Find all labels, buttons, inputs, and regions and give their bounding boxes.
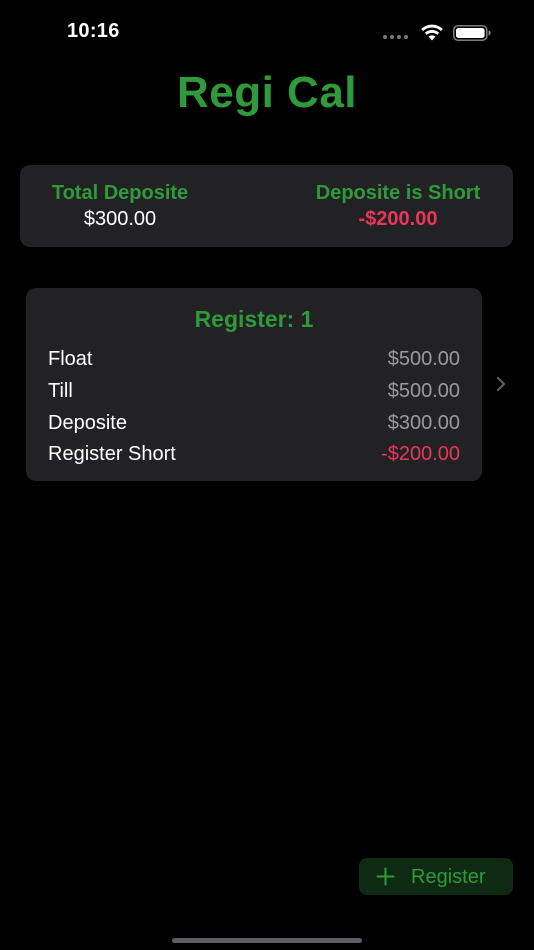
register-row-till: Till $500.00 <box>48 376 460 408</box>
deposit-short-value: -$200.00 <box>358 208 438 230</box>
float-value: $500.00 <box>387 348 460 371</box>
chevron-right-icon[interactable] <box>495 375 507 393</box>
register-row-deposit: Deposite $300.00 <box>48 407 460 439</box>
total-deposit-value: $300.00 <box>83 208 157 230</box>
plus-icon <box>376 867 395 886</box>
deposit-short-section: Deposite is Short -$200.00 <box>304 182 492 231</box>
home-indicator[interactable] <box>172 938 362 943</box>
wifi-icon <box>421 24 443 41</box>
deposit-value: $300.00 <box>387 411 460 434</box>
till-value: $500.00 <box>387 380 460 403</box>
add-register-button[interactable]: Register <box>359 858 513 895</box>
register-row-float: Float $500.00 <box>48 344 460 376</box>
register-short-value: -$200.00 <box>381 443 460 466</box>
status-time: 10:16 <box>67 20 120 42</box>
total-deposit-section: Total Deposite $300.00 <box>42 182 198 231</box>
register-row-short: Register Short -$200.00 <box>48 439 460 471</box>
register-details: Float $500.00 Till $500.00 Deposite $300… <box>48 344 460 471</box>
register-short-label: Register Short <box>48 443 176 466</box>
float-label: Float <box>48 348 93 371</box>
register-title: Register: 1 <box>194 306 314 332</box>
cellular-signal-icon <box>383 35 411 39</box>
deposit-short-label: Deposite is Short <box>315 182 481 204</box>
total-deposit-label: Total Deposite <box>51 182 189 204</box>
deposit-summary-card: Total Deposite $300.00 Deposite is Short… <box>20 165 513 247</box>
status-bar: 10:16 <box>0 0 534 64</box>
add-register-label: Register <box>411 866 486 888</box>
deposit-label: Deposite <box>48 411 127 434</box>
till-label: Till <box>48 380 73 403</box>
page-title: Regi Cal <box>176 68 358 117</box>
battery-icon <box>453 25 491 41</box>
register-card[interactable]: Register: 1 Float $500.00 Till $500.00 D… <box>26 288 482 481</box>
